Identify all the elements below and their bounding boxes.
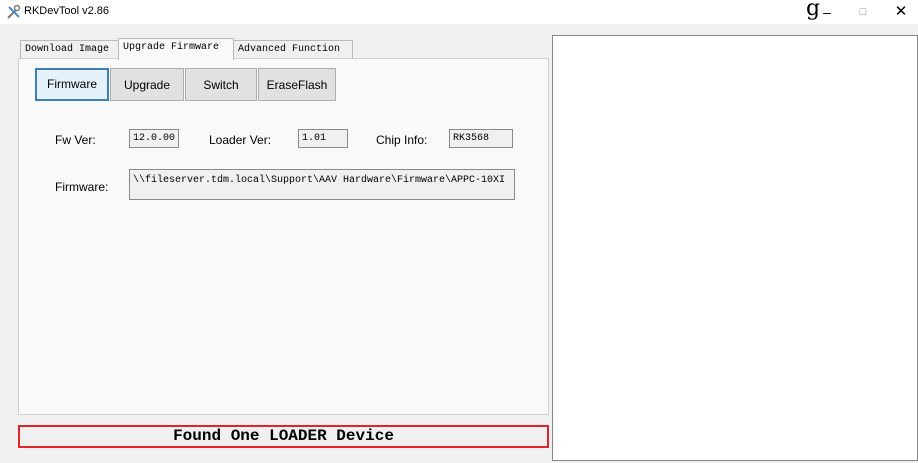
close-button[interactable]: ✕ xyxy=(878,0,918,24)
title-bar: RKDevTool v2.86 g – □ ✕ xyxy=(0,0,918,24)
window-title: RKDevTool v2.86 xyxy=(24,5,109,17)
fw-ver-field: 12.0.00 xyxy=(129,129,179,148)
loader-ver-label: Loader Ver: xyxy=(209,133,272,147)
upgrade-firmware-panel: Firmware Upgrade Switch EraseFlash Fw Ve… xyxy=(18,58,549,415)
erase-flash-button[interactable]: EraseFlash xyxy=(258,68,336,101)
tab-upgrade-firmware[interactable]: Upgrade Firmware xyxy=(118,38,234,60)
switch-button[interactable]: Switch xyxy=(185,68,257,101)
loader-ver-field: 1.01 xyxy=(298,129,348,148)
log-output-panel[interactable] xyxy=(552,35,918,461)
chip-info-label: Chip Info: xyxy=(376,133,428,147)
upgrade-button[interactable]: Upgrade xyxy=(110,68,184,101)
chip-info-field: RK3568 xyxy=(449,129,513,148)
tab-download-image[interactable]: Download Image xyxy=(20,40,119,59)
firmware-label: Firmware: xyxy=(55,180,109,194)
firmware-path-field[interactable]: \\fileserver.tdm.local\Support\AAV Hardw… xyxy=(129,169,515,200)
tab-advanced-function[interactable]: Advanced Function xyxy=(233,40,353,59)
app-icon xyxy=(7,4,21,19)
status-message: Found One LOADER Device xyxy=(18,425,549,448)
fw-ver-label: Fw Ver: xyxy=(55,133,96,147)
firmware-button[interactable]: Firmware xyxy=(35,68,109,101)
left-panel: Download Image Upgrade Firmware Advanced… xyxy=(12,36,549,418)
